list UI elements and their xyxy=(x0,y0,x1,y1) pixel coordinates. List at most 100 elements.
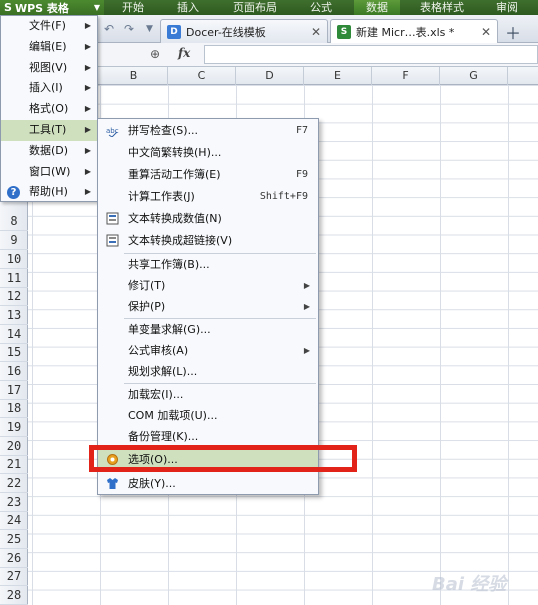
submenu-arrow-icon: ▶ xyxy=(84,124,91,134)
menu-item-insert[interactable]: 插入(I) ▶ xyxy=(1,78,97,99)
row-header-cell[interactable]: 16 xyxy=(0,362,28,381)
tab-label: 新建 Micr…表.xls * xyxy=(356,25,455,39)
column-header-cell[interactable]: G xyxy=(440,67,508,85)
submenu-arrow-icon: ▶ xyxy=(303,346,310,355)
menu-item-calc-sheet[interactable]: 计算工作表(J) Shift+F9 xyxy=(98,186,318,207)
menu-item-tools[interactable]: 工具(T) ▶ xyxy=(1,119,97,141)
column-header-cell[interactable]: C xyxy=(168,67,236,85)
submenu-arrow-icon: ▶ xyxy=(84,41,91,51)
tab-label: Docer-在线模板 xyxy=(186,25,266,39)
help-icon: ? xyxy=(7,186,20,200)
history-dropdown-icon[interactable]: ▼ xyxy=(146,24,153,34)
forward-arrow-icon[interactable]: ↷ xyxy=(124,22,134,36)
tab-workbook[interactable]: S 新建 Micr…表.xls * ✕ xyxy=(330,19,498,43)
submenu-arrow-icon: ▶ xyxy=(84,83,91,93)
tab-review[interactable]: 审阅 xyxy=(496,0,518,15)
spreadsheet-icon: S xyxy=(337,24,351,39)
menu-item-chinese-convert[interactable]: 中文简繁转换(H)... xyxy=(98,142,318,163)
menu-item-help[interactable]: ? 帮助(H) ▶ xyxy=(1,182,97,203)
close-icon[interactable]: ✕ xyxy=(311,25,321,39)
ribbon-bar: S WPS 表格 ▼ 开始 插入 页面布局 公式 数据 表格样式 审阅 xyxy=(0,0,538,15)
submenu-arrow-icon: ▶ xyxy=(84,166,91,176)
menu-item-format[interactable]: 格式(O) ▶ xyxy=(1,99,97,120)
docer-icon: D xyxy=(167,24,181,39)
menu-item-recalc-workbook[interactable]: 重算活动工作簿(E) F9 xyxy=(98,164,318,185)
gear-icon xyxy=(107,454,118,465)
row-header-cell[interactable]: 20 xyxy=(0,437,28,456)
menu-item-share-workbook[interactable]: 共享工作簿(B)... xyxy=(98,254,318,275)
menu-item-backup[interactable]: 备份管理(K)... xyxy=(98,426,318,447)
column-header-cell[interactable]: F xyxy=(372,67,440,85)
tab-page-layout[interactable]: 页面布局 xyxy=(233,0,277,15)
tab-table-style[interactable]: 表格样式 xyxy=(420,0,464,15)
submenu-arrow-icon: ▶ xyxy=(303,281,310,290)
row-header-cell[interactable]: 22 xyxy=(0,474,28,493)
tab-docer-templates[interactable]: D Docer-在线模板 ✕ xyxy=(160,19,328,43)
submenu-arrow-icon: ▶ xyxy=(84,62,91,72)
column-header-cell[interactable]: B xyxy=(100,67,168,85)
menu-item-addins[interactable]: 加载宏(I)... xyxy=(98,384,318,405)
row-header-cell[interactable]: 24 xyxy=(0,511,28,530)
submenu-arrow-icon: ▶ xyxy=(84,187,91,197)
row-header-cell[interactable]: 28 xyxy=(0,586,28,605)
row-header-cell[interactable]: 9 xyxy=(0,231,28,250)
menu-item-revision[interactable]: 修订(T) ▶ xyxy=(98,275,318,296)
menu-item-skin[interactable]: 皮肤(Y)... xyxy=(98,473,318,494)
row-header-cell[interactable]: 10 xyxy=(0,250,28,269)
menu-item-goal-seek[interactable]: 单变量求解(G)... xyxy=(98,319,318,340)
text-to-link-icon xyxy=(106,234,119,247)
new-tab-button[interactable]: ＋ xyxy=(505,20,521,44)
row-header-cell[interactable]: 8 xyxy=(0,212,28,231)
main-menu: 文件(F) ▶ 编辑(E) ▶ 视图(V) ▶ 插入(I) ▶ 格式(O) ▶ 工具(T)… xyxy=(0,15,98,202)
row-header-cell[interactable]: 19 xyxy=(0,418,28,437)
back-arrow-icon[interactable]: ↶ xyxy=(104,22,114,36)
menu-item-protect[interactable]: 保护(P) ▶ xyxy=(98,296,318,317)
formula-input[interactable] xyxy=(204,45,538,64)
row-header-cell[interactable]: 15 xyxy=(0,343,28,362)
close-icon[interactable]: ✕ xyxy=(481,25,491,39)
menu-item-text-to-number[interactable]: 文本转换成数值(N) xyxy=(98,208,318,229)
app-title: WPS 表格 xyxy=(14,1,69,15)
tab-home[interactable]: 开始 xyxy=(122,0,144,15)
menu-item-window[interactable]: 窗口(W) ▶ xyxy=(1,162,97,183)
menu-item-formula-audit[interactable]: 公式审核(A) ▶ xyxy=(98,340,318,361)
row-header-cell[interactable]: 21 xyxy=(0,455,28,474)
row-header-cell[interactable]: 17 xyxy=(0,381,28,400)
submenu-arrow-icon: ▶ xyxy=(303,302,310,311)
submenu-arrow-icon: ▶ xyxy=(84,104,91,114)
row-header-cell[interactable]: 12 xyxy=(0,287,28,306)
row-header-cell[interactable]: 25 xyxy=(0,530,28,549)
spellcheck-icon: abc xyxy=(106,127,119,137)
tab-formula[interactable]: 公式 xyxy=(310,0,332,15)
menu-item-options[interactable]: 选项(O)... xyxy=(98,449,318,470)
menu-item-text-to-link[interactable]: 文本转换成超链接(V) xyxy=(98,230,318,251)
menu-item-view[interactable]: 视图(V) ▶ xyxy=(1,58,97,79)
menu-item-file[interactable]: 文件(F) ▶ xyxy=(1,16,97,37)
shirt-icon xyxy=(107,478,118,489)
row-header-cell[interactable]: 13 xyxy=(0,306,28,325)
row-header-cell[interactable]: 27 xyxy=(0,567,28,586)
row-header-cell[interactable]: 26 xyxy=(0,549,28,568)
column-header-cell[interactable]: E xyxy=(304,67,372,85)
tab-insert[interactable]: 插入 xyxy=(177,0,199,15)
zoom-search-icon[interactable]: ⊕ xyxy=(150,47,160,61)
row-header-cell[interactable]: 18 xyxy=(0,399,28,418)
app-menu-button[interactable]: S WPS 表格 ▼ xyxy=(0,0,104,15)
row-header-cell[interactable]: 23 xyxy=(0,493,28,512)
submenu-arrow-icon: ▶ xyxy=(84,145,91,155)
watermark: Bai 经验 xyxy=(432,574,507,595)
row-header-cell[interactable]: 14 xyxy=(0,325,28,344)
tab-data[interactable]: 数据 xyxy=(354,0,400,15)
menu-item-com-addins[interactable]: COM 加载项(U)... xyxy=(98,405,318,426)
text-to-number-icon xyxy=(106,212,119,225)
svg-text:abc: abc xyxy=(106,127,119,135)
row-header-cell[interactable]: 11 xyxy=(0,269,28,288)
fx-button[interactable]: fx xyxy=(178,46,190,60)
menu-item-spellcheck[interactable]: abc 拼写检查(S)... F7 xyxy=(98,120,318,141)
menu-item-solver[interactable]: 规划求解(L)... xyxy=(98,361,318,382)
column-header-cell[interactable]: D xyxy=(236,67,304,85)
chevron-down-icon: ▼ xyxy=(93,3,100,12)
menu-item-edit[interactable]: 编辑(E) ▶ xyxy=(1,37,97,58)
menu-item-data[interactable]: 数据(D) ▶ xyxy=(1,141,97,162)
menu-separator xyxy=(124,471,316,472)
